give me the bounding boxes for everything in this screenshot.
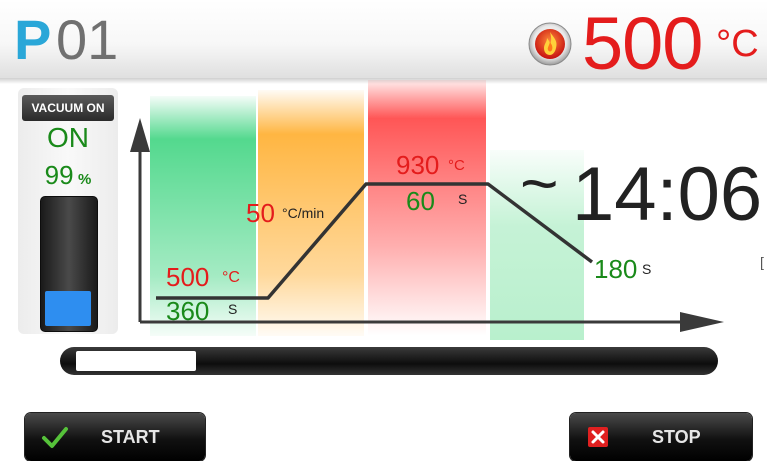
edge-marker-icon: [ (760, 254, 764, 270)
cooling-value: 180 (594, 254, 638, 284)
start-hold-unit: S (228, 301, 238, 317)
x-axis-arrow (680, 312, 724, 332)
remaining-time: 14:06 (572, 152, 763, 237)
start-temp-value: 500 (166, 262, 210, 292)
stop-button-label: STOP (652, 427, 701, 447)
progress-bar-fill (76, 351, 196, 371)
close-icon (588, 427, 608, 447)
peak-hold-value: 60 (406, 186, 435, 216)
heat-rate-unit: °C/min (282, 205, 325, 221)
start-button[interactable]: START (25, 413, 205, 461)
time-tilde: ~ (520, 146, 559, 220)
heat-rate-value: 50 (246, 198, 275, 228)
peak-temp-value: 930 (396, 150, 440, 180)
y-axis-arrow (130, 118, 150, 152)
peak-hold-unit: S (458, 191, 468, 207)
cooling-unit: S (642, 261, 652, 277)
start-hold-value: 360 (166, 296, 210, 326)
stop-button[interactable]: STOP (570, 413, 752, 461)
start-button-label: START (101, 427, 160, 447)
check-icon (42, 427, 68, 448)
peak-temp-unit: °C (448, 157, 465, 174)
start-temp-unit: °C (222, 269, 240, 286)
